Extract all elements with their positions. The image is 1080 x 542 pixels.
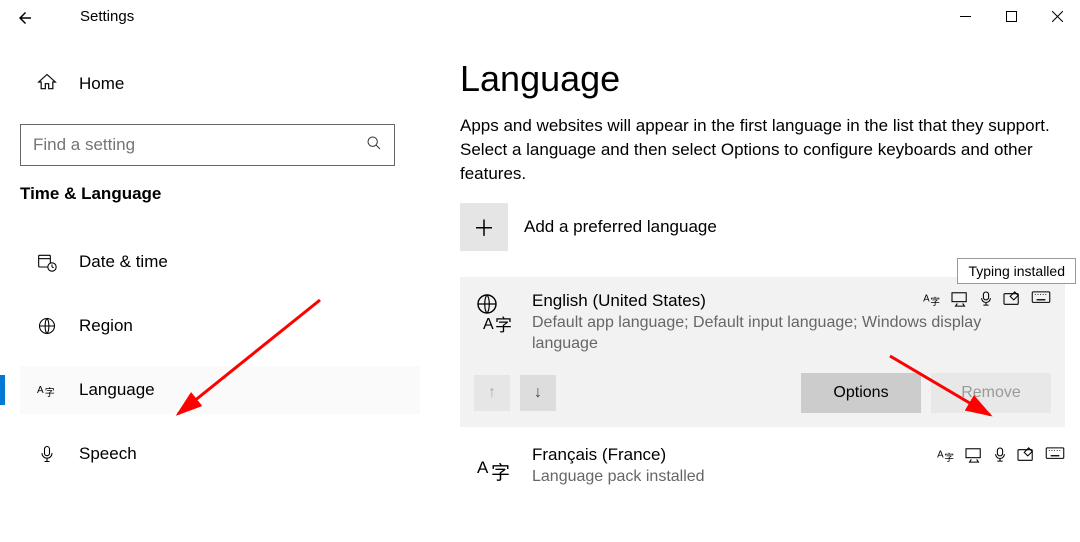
sidebar: Home Time & Language Date & time Region … [20,60,420,494]
sidebar-item-date-time[interactable]: Date & time [20,238,420,286]
page-title: Language [460,58,1060,100]
maximize-button[interactable] [988,0,1034,32]
remove-button[interactable]: Remove [931,373,1051,413]
handwriting-icon [1017,447,1035,463]
svg-text:字: 字 [495,316,512,333]
language-card-french[interactable]: A字 Français (France) Language pack insta… [460,445,1065,489]
language-subtitle: Default app language; Default input lang… [532,313,1051,355]
language-subtitle: Language pack installed [532,467,1065,488]
arrow-down-icon: ↓ [534,384,542,402]
options-button[interactable]: Options [801,373,921,413]
display-icon [951,291,969,307]
titlebar: Settings [0,0,1080,36]
language-icon: A字 [37,380,57,400]
capability-icons: A字 [923,291,1051,307]
capability-icons: A字 [937,447,1065,463]
display-icon [965,447,983,463]
keyboard-icon [1031,291,1051,307]
svg-text:A: A [937,450,944,461]
sidebar-item-speech[interactable]: Speech [20,430,420,478]
home-icon [37,72,57,97]
sidebar-item-label: Language [79,380,155,400]
microphone-icon [37,444,57,464]
add-button[interactable]: ＋ [460,203,508,251]
sidebar-item-label: Region [79,316,133,336]
svg-text:A: A [483,316,494,333]
language-glyph-icon: A字 [474,293,516,335]
nav-group-title: Time & Language [20,184,420,204]
minimize-icon [960,11,971,22]
minimize-button[interactable] [942,0,988,32]
calendar-clock-icon [37,252,57,272]
back-arrow-icon [16,9,34,27]
speech-icon [993,447,1007,463]
speech-icon [979,291,993,307]
svg-text:A: A [923,294,930,305]
sidebar-item-label: Home [79,74,124,94]
window-controls [942,0,1080,32]
page-description: Apps and websites will appear in the fir… [460,114,1050,185]
sidebar-item-home[interactable]: Home [20,60,420,108]
maximize-icon [1006,11,1017,22]
plus-icon: ＋ [473,211,495,243]
search-field[interactable] [33,135,366,155]
svg-text:字: 字 [45,386,55,399]
textsuggestion-icon: A字 [937,447,955,463]
textsuggestion-icon: A字 [923,291,941,307]
sidebar-item-label: Speech [79,444,137,464]
search-input[interactable] [20,124,395,166]
back-button[interactable] [0,0,50,36]
arrow-up-icon: ↑ [488,384,496,402]
move-up-button[interactable]: ↑ [474,375,510,411]
keyboard-icon [1045,447,1065,463]
globe-icon [37,316,57,336]
handwriting-icon [1003,291,1021,307]
add-language-label: Add a preferred language [524,217,717,237]
svg-text:A: A [37,385,44,396]
sidebar-item-language[interactable]: A字 Language [20,366,420,414]
move-down-button[interactable]: ↓ [520,375,556,411]
svg-text:字: 字 [930,296,940,308]
language-glyph-icon: A字 [474,447,516,489]
tooltip-typing-installed: Typing installed [957,258,1076,284]
sidebar-item-region[interactable]: Region [20,302,420,350]
sidebar-item-label: Date & time [79,252,168,272]
svg-text:A: A [477,458,489,477]
language-card-english[interactable]: A字 English (United States) Default app l… [460,277,1065,427]
search-icon [366,135,382,156]
close-button[interactable] [1034,0,1080,32]
close-icon [1052,11,1063,22]
window-title: Settings [80,8,134,25]
add-language-row[interactable]: ＋ Add a preferred language [460,203,1060,251]
svg-text:字: 字 [944,451,954,463]
svg-text:字: 字 [491,462,510,484]
